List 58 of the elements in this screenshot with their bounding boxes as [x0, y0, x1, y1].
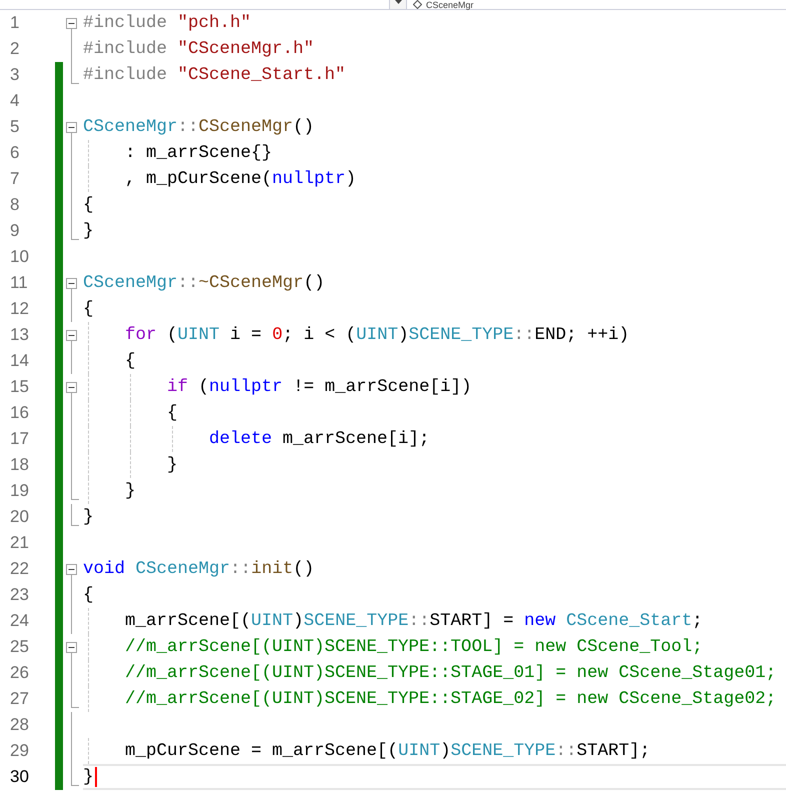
line-number: 13 [10, 324, 29, 346]
code-line: if (nullptr != m_arrScene[i]) [166, 376, 472, 399]
code-line: delete m_arrScene[i]; [208, 428, 430, 451]
line-number: 22 [10, 558, 29, 580]
line-number: 8 [10, 194, 20, 216]
code-line: //m_arrScene[(UINT)SCENE_TYPE::TOOL] = new CScene_Tool; [124, 636, 703, 659]
code-line: { [166, 402, 178, 425]
code-line: : m_arrScene{} [124, 142, 272, 165]
member-name: CSceneMgr [426, 0, 474, 10]
code-line: CSceneMgr::~CSceneMgr() [83, 272, 325, 295]
line-number: 17 [10, 428, 29, 450]
line-number: 2 [10, 38, 20, 60]
code-line: for (UINT i = 0; i < (UINT)SCENE_TYPE::END; ++i) [124, 324, 630, 347]
line-number: 28 [10, 714, 29, 736]
code-line: { [83, 298, 94, 321]
line-number: 1 [10, 12, 20, 34]
code-line: //m_arrScene[(UINT)SCENE_TYPE::STAGE_02] = new CScene_Stage02; [124, 688, 776, 711]
line-number: 25 [10, 636, 29, 658]
line-number: 11 [10, 272, 28, 294]
line-number: 16 [10, 402, 29, 424]
code-line: { [83, 584, 94, 607]
line-number: 27 [10, 688, 29, 710]
code-line: , m_pCurScene(nullptr) [124, 168, 356, 191]
line-number: 18 [10, 454, 29, 476]
line-number: 30 [10, 766, 29, 788]
line-number: 4 [10, 90, 20, 112]
line-number: 10 [10, 246, 29, 268]
line-number: 19 [10, 480, 29, 502]
line-number: 26 [10, 662, 29, 684]
line-number: 23 [10, 584, 29, 606]
member-icon [413, 0, 422, 9]
code-line: CSceneMgr::CSceneMgr() [83, 116, 314, 139]
code-line: #include "pch.h" [83, 12, 252, 35]
line-number: 12 [10, 298, 29, 320]
line-number: 9 [10, 220, 20, 242]
code-line: m_pCurScene = m_arrScene[(UINT)SCENE_TYPE::START]; [124, 740, 650, 763]
code-line: void CSceneMgr::init() [83, 558, 314, 581]
line-number: 5 [10, 116, 20, 138]
line-number: 3 [10, 64, 20, 86]
code-line: //m_arrScene[(UINT)SCENE_TYPE::STAGE_01] = new CScene_Stage01; [124, 662, 776, 685]
line-number: 24 [10, 610, 29, 632]
code-line: { [83, 194, 94, 217]
code-line: m_arrScene[(UINT)SCENE_TYPE::START] = new CScene_Start; [124, 610, 703, 633]
code-line: } [166, 454, 178, 477]
line-number: 29 [10, 740, 29, 762]
line-number: 15 [10, 376, 29, 398]
code-line: #include "CScene_Start.h" [83, 64, 346, 87]
line-number: 21 [10, 532, 29, 554]
line-number: 6 [10, 142, 20, 164]
code-line: { [124, 350, 136, 373]
code-line: } [83, 220, 94, 243]
line-number: 7 [10, 168, 20, 190]
line-number: 14 [10, 350, 29, 372]
code-line: } [83, 766, 94, 789]
code-line: } [124, 480, 136, 503]
code-line: } [83, 506, 94, 529]
code-line: #include "CSceneMgr.h" [83, 38, 314, 61]
line-number: 20 [10, 506, 29, 528]
